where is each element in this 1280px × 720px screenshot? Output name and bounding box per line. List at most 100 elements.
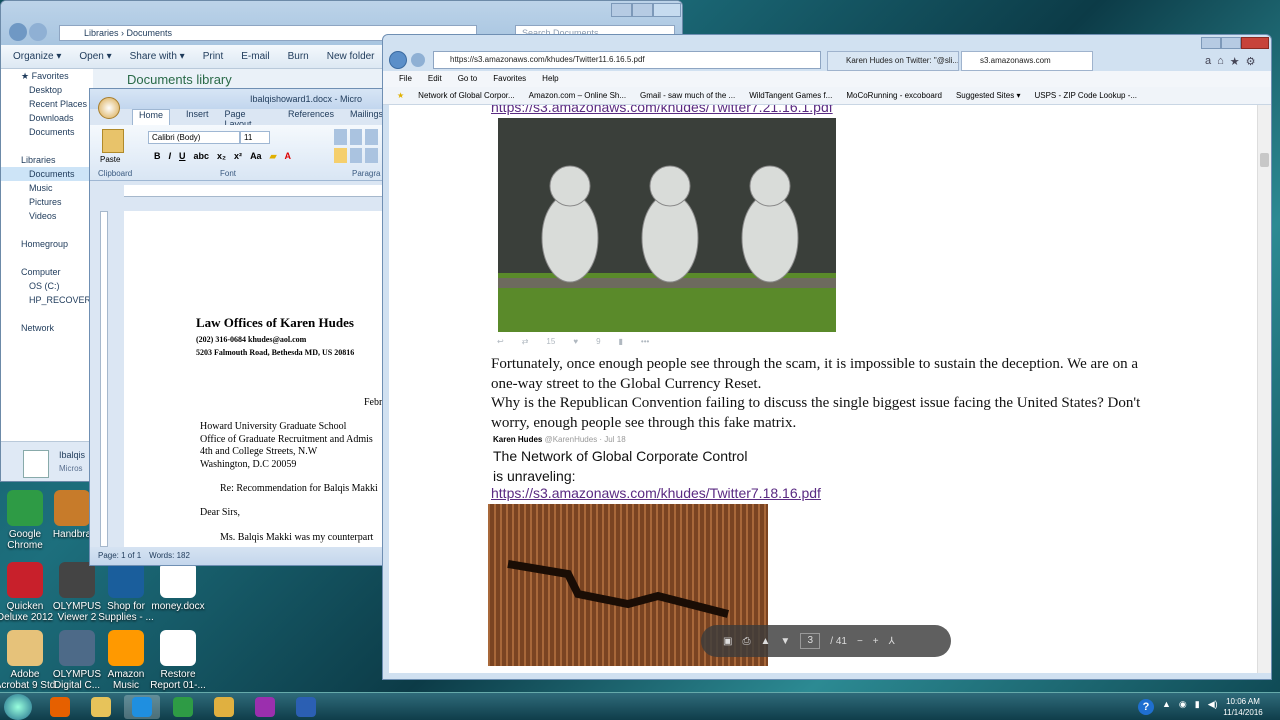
nav-item[interactable]: ★ Favorites: [1, 69, 93, 83]
tab-mailings[interactable]: Mailings: [350, 109, 383, 125]
start-button[interactable]: [4, 694, 32, 720]
favorite-link[interactable]: WildTangent Games f...: [749, 87, 832, 104]
highlight-icon[interactable]: ▰: [270, 151, 277, 162]
zoom-in-icon[interactable]: +: [873, 636, 879, 647]
forward-icon[interactable]: [29, 23, 47, 41]
p-app-icon[interactable]: [247, 695, 283, 719]
word-window[interactable]: Ibalqishoward1.docx - Micro Home Insert …: [89, 88, 384, 566]
tray-expand-icon[interactable]: ▲: [1162, 699, 1171, 710]
favorite-link[interactable]: Amazon.com – Online Sh...: [529, 87, 626, 104]
close-button[interactable]: [652, 3, 682, 17]
tray-app-icon[interactable]: ◉: [1179, 699, 1187, 710]
page-up-icon[interactable]: ▲: [760, 636, 770, 647]
pdf-content[interactable]: https://s3.amazonaws.com/khudes/Twitter7…: [389, 105, 1257, 673]
chrome-icon[interactable]: [165, 695, 201, 719]
numbering-icon[interactable]: [349, 129, 363, 145]
page-number-input[interactable]: 3: [800, 633, 821, 649]
align-right-icon[interactable]: [365, 147, 378, 163]
new-folder-button[interactable]: New folder: [327, 51, 375, 62]
strikethrough-button[interactable]: abc: [194, 151, 210, 162]
print-button[interactable]: Print: [203, 51, 224, 62]
favorite-link[interactable]: MoCoRunning - excoboard: [846, 87, 942, 104]
minimize-button[interactable]: [1201, 37, 1222, 49]
multilevel-icon[interactable]: [365, 129, 378, 145]
nav-item[interactable]: Homegroup: [1, 237, 93, 251]
browser-address-bar[interactable]: https://s3.amazonaws.com/khudes/Twitter1…: [433, 51, 821, 69]
menu-file[interactable]: File: [399, 71, 412, 87]
desktop-icon[interactable]: money.docx: [146, 562, 210, 612]
print-icon[interactable]: ⎙: [742, 636, 750, 647]
firefox-icon[interactable]: [42, 695, 78, 719]
tweet-author[interactable]: Karen Hudes: [493, 435, 542, 444]
align-left-icon[interactable]: [334, 147, 347, 163]
share-with-button[interactable]: Share with ▾: [130, 51, 185, 62]
ie-icon[interactable]: [124, 695, 160, 719]
tab-home[interactable]: Home: [132, 109, 171, 125]
font-color-icon[interactable]: A: [285, 151, 292, 162]
favorite-link[interactable]: USPS - ZIP Code Lookup -...: [1034, 87, 1137, 104]
underline-button[interactable]: U: [179, 151, 186, 162]
favorite-link[interactable]: Gmail - saw much of the ...: [640, 87, 735, 104]
media-icon[interactable]: [206, 695, 242, 719]
nav-item[interactable]: Downloads: [1, 111, 93, 125]
minimize-button[interactable]: [611, 3, 632, 17]
reply-icon[interactable]: ↩: [497, 337, 504, 346]
tab-karen-hudes-twitter[interactable]: Karen Hudes on Twitter: "@sli...: [827, 51, 959, 71]
menu-goto[interactable]: Go to: [458, 71, 478, 87]
font-name-select[interactable]: Calibri (Body): [148, 131, 240, 144]
maximize-button[interactable]: [1221, 37, 1242, 49]
clock[interactable]: 10:06 AM 11/14/2016: [1218, 696, 1268, 718]
retweet-icon[interactable]: ⇄: [522, 337, 529, 346]
zoom-out-icon[interactable]: −: [857, 636, 863, 647]
menu-favorites[interactable]: Favorites: [493, 71, 526, 87]
volume-icon[interactable]: ◀): [1208, 699, 1218, 710]
horizontal-ruler[interactable]: [124, 185, 383, 197]
like-icon[interactable]: ♥: [573, 337, 578, 346]
office-button[interactable]: [98, 97, 120, 119]
tab-page-layout[interactable]: Page Layout: [225, 109, 272, 129]
status-words[interactable]: Words: 182: [149, 547, 190, 565]
open-button[interactable]: Open ▾: [79, 51, 111, 62]
forward-icon[interactable]: [411, 53, 425, 67]
help-icon[interactable]: ?: [1138, 699, 1154, 715]
change-case-button[interactable]: Aa: [250, 151, 262, 162]
word-icon[interactable]: [288, 695, 324, 719]
menu-edit[interactable]: Edit: [428, 71, 442, 87]
scrollbar-thumb[interactable]: [1260, 153, 1269, 167]
close-button[interactable]: [1241, 37, 1269, 49]
italic-button[interactable]: I: [169, 151, 172, 162]
email-button[interactable]: E-mail: [241, 51, 269, 62]
organize-button[interactable]: Organize ▾: [13, 51, 61, 62]
subscript-button[interactable]: x₂: [217, 151, 226, 162]
favorites-star-icon[interactable]: ★: [1230, 55, 1240, 68]
burn-button[interactable]: Burn: [288, 51, 309, 62]
back-icon[interactable]: [389, 51, 407, 69]
superscript-button[interactable]: x²: [234, 151, 242, 162]
nav-item[interactable]: Pictures: [1, 195, 93, 209]
save-icon[interactable]: ▣: [723, 636, 732, 647]
analytics-icon[interactable]: ▮: [619, 337, 623, 346]
bullets-icon[interactable]: [334, 129, 347, 145]
amazon-icon[interactable]: a: [1205, 55, 1211, 68]
more-icon[interactable]: •••: [641, 337, 649, 346]
menu-help[interactable]: Help: [542, 71, 558, 87]
nav-item[interactable]: Documents: [1, 167, 93, 181]
acrobat-icon[interactable]: ⅄: [889, 636, 895, 647]
nav-item[interactable]: Libraries: [1, 153, 93, 167]
gear-icon[interactable]: ⚙: [1246, 55, 1256, 68]
nav-item[interactable]: Recent Places: [1, 97, 93, 111]
favorites-star-icon[interactable]: ★: [397, 87, 404, 104]
status-page[interactable]: Page: 1 of 1: [98, 547, 141, 565]
link-twitter-7-21[interactable]: https://s3.amazonaws.com/khudes/Twitter7…: [491, 105, 833, 115]
browser-window[interactable]: https://s3.amazonaws.com/khudes/Twitter1…: [382, 34, 1272, 680]
page-down-icon[interactable]: ▼: [780, 636, 790, 647]
folder-icon[interactable]: [83, 695, 119, 719]
nav-item[interactable]: Computer: [1, 265, 93, 279]
tab-references[interactable]: References: [288, 109, 334, 125]
nav-item[interactable]: Documents: [1, 125, 93, 139]
bold-button[interactable]: B: [154, 151, 161, 162]
nav-item[interactable]: Music: [1, 181, 93, 195]
paste-icon[interactable]: [102, 129, 124, 153]
home-icon[interactable]: ⌂: [1217, 55, 1224, 68]
link-twitter-7-18[interactable]: https://s3.amazonaws.com/khudes/Twitter7…: [491, 485, 821, 501]
